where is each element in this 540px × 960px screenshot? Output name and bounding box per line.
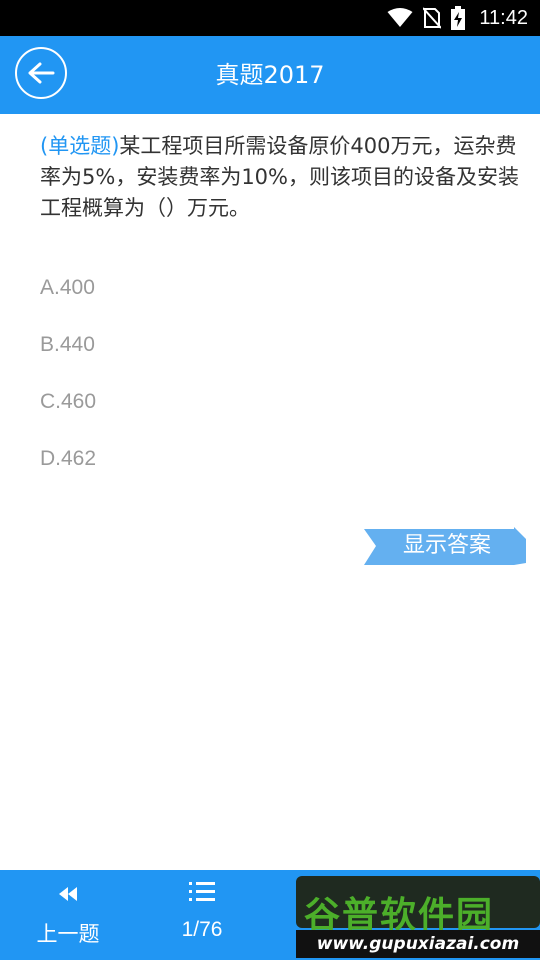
list-icon	[189, 882, 215, 901]
page-title: 真题2017	[215, 61, 325, 89]
status-time: 11:42	[479, 6, 528, 29]
wifi-icon	[387, 8, 413, 27]
watermark-url: www.gupuxiazai.com	[296, 930, 540, 958]
question-text: (单选题)某工程项目所需设备原价400万元，运杂费率为5%，安装费率为10%，则…	[40, 131, 530, 224]
rewind-icon	[59, 887, 77, 901]
show-answer-label: 显示答案	[402, 533, 491, 558]
status-icons: 11:42	[387, 0, 528, 36]
back-button[interactable]	[15, 47, 67, 99]
no-sim-icon	[423, 7, 442, 29]
prev-question-button[interactable]: 上一题	[18, 870, 118, 960]
title-bar: 真题2017	[0, 36, 540, 114]
question-type-label: (单选题)	[40, 134, 120, 158]
option-b[interactable]: B.440	[40, 333, 95, 357]
show-answer-button[interactable]: 显示答案	[364, 527, 526, 565]
page-indicator: 1/76	[181, 918, 223, 941]
watermark: 谷普软件园 www.gupuxiazai.com	[296, 872, 540, 960]
watermark-logo: 谷普软件园	[296, 876, 540, 936]
option-a[interactable]: A.400	[40, 276, 95, 300]
prev-question-label: 上一题	[36, 922, 100, 946]
status-bar: 11:42	[0, 0, 540, 36]
option-c[interactable]: C.460	[40, 390, 96, 414]
question-list-button[interactable]: 1/76	[152, 870, 252, 960]
arrow-left-icon	[28, 62, 55, 84]
battery-charging-icon	[451, 6, 466, 30]
option-d[interactable]: D.462	[40, 447, 96, 471]
